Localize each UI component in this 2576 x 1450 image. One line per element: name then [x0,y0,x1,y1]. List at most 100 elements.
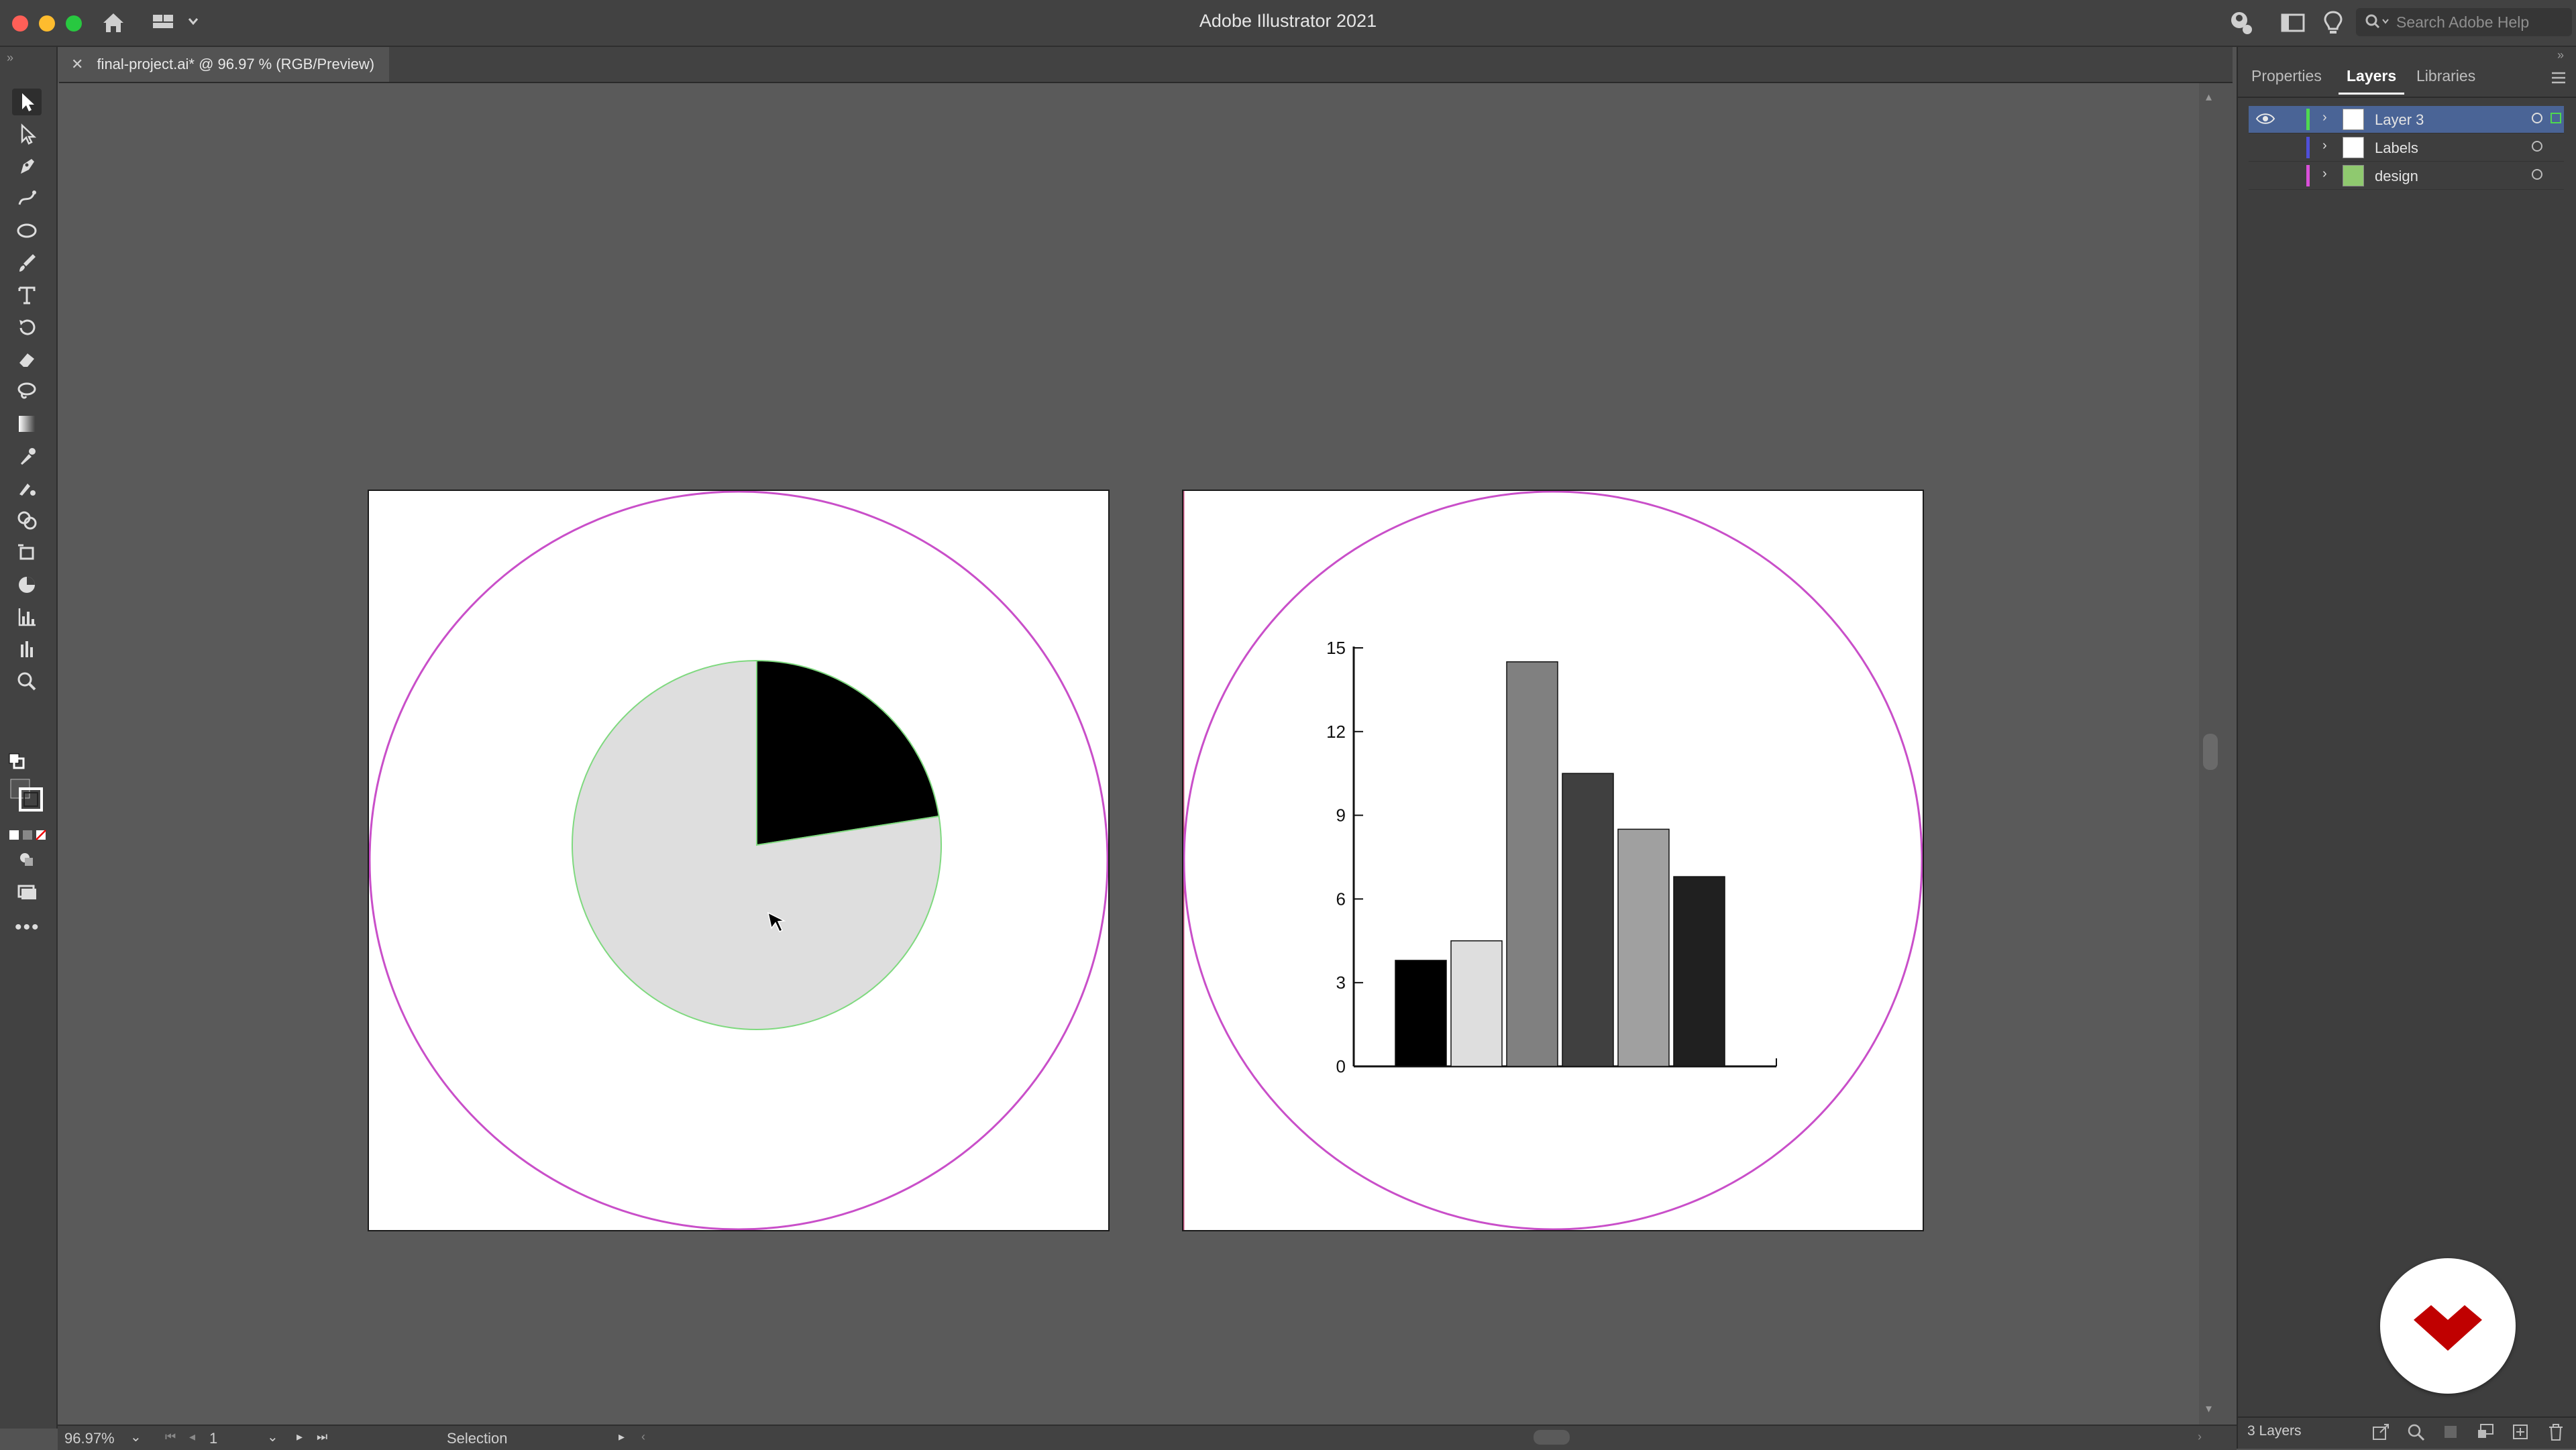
document-tab[interactable]: ✕ final-project.ai* @ 96.97 % (RGB/Previ… [59,47,390,82]
export-icon[interactable] [2371,1422,2392,1442]
scroll-right-icon[interactable]: › [2198,1430,2202,1444]
screen-mode-icon[interactable] [12,879,42,905]
bars[interactable] [1395,661,1725,1067]
close-tab-icon[interactable]: ✕ [71,56,83,73]
edit-toolbar-icon[interactable]: ••• [15,916,40,939]
bar[interactable] [1617,828,1670,1067]
bar[interactable] [1395,960,1447,1067]
pie-chart[interactable] [369,491,1108,1230]
vertical-scrollbar[interactable]: ▴ ▾ [2199,83,2222,1425]
default-fill-stroke-icon[interactable] [8,752,28,773]
layer-color-chip [2306,109,2310,130]
pen-tool-icon[interactable] [12,153,42,180]
color-mode-icon[interactable] [8,829,48,842]
target-circle-icon[interactable] [2532,169,2542,180]
new-layer-icon[interactable] [2510,1422,2532,1442]
y-tick-label: 0 [1336,1056,1346,1076]
shape-builder-tool-icon[interactable] [12,507,42,534]
eye-visibility-icon[interactable] [2255,111,2275,126]
selection-square-icon[interactable] [2551,113,2561,123]
tab-properties[interactable]: Properties [2251,67,2322,85]
artboard-pie[interactable] [368,490,1110,1231]
free-transform-tool-icon[interactable] [12,539,42,566]
eraser-tool-icon[interactable] [12,346,42,373]
drawing-mode-icon[interactable] [12,846,42,873]
selection-tool-icon[interactable] [12,89,42,115]
delete-layer-icon[interactable] [2545,1422,2567,1442]
artboard-number[interactable]: 1 [209,1430,217,1447]
zoom-tool-icon[interactable] [12,668,42,695]
app-title: Adobe Illustrator 2021 [1199,11,1377,31]
panel-divider [2238,97,2576,98]
panel-menu-icon[interactable] [2551,71,2567,85]
y-tick-label: 6 [1336,889,1346,909]
previous-artboard-icon[interactable]: ◂ [189,1430,195,1444]
layer-row-design[interactable]: › design [2249,162,2564,190]
layer-name[interactable]: design [2375,168,2418,185]
search-help-field[interactable]: Search Adobe Help [2356,8,2572,36]
expand-chevron-icon[interactable]: › [2322,166,2327,182]
layer-thumbnail [2343,137,2364,158]
gradient-tool-icon[interactable] [12,410,42,437]
zoom-level[interactable]: 96.97% [64,1430,115,1447]
tab-layers[interactable]: Layers [2347,67,2396,85]
column-graph-tool-icon[interactable] [12,604,42,630]
ellipse-tool-icon[interactable] [12,217,42,244]
clipping-mask-icon[interactable] [2440,1422,2462,1442]
bar[interactable] [1673,876,1725,1067]
locate-object-icon[interactable] [2406,1422,2427,1442]
expand-chevron-icon[interactable]: › [2322,110,2327,125]
bar[interactable] [1562,773,1614,1067]
canvas-area[interactable]: 0 3 6 9 12 15 [58,83,2222,1425]
first-artboard-icon[interactable]: ⏮ [165,1430,176,1444]
layer-thumbnail [2343,109,2364,130]
type-tool-icon[interactable] [12,282,42,309]
scroll-down-icon[interactable]: ▾ [2206,1402,2212,1416]
bar[interactable] [1506,661,1558,1067]
title-bar: Adobe Illustrator 2021 Search Adobe Help [0,0,2576,47]
last-artboard-icon[interactable]: ⏭ [317,1430,327,1444]
target-circle-icon[interactable] [2532,113,2542,123]
layer-name[interactable]: Layer 3 [2375,111,2424,129]
bar-chart[interactable]: 0 3 6 9 12 15 [1183,491,1923,1230]
collapse-panel-icon[interactable]: » [7,51,13,65]
bar-graph-tool-icon[interactable] [12,636,42,663]
expand-chevron-icon[interactable]: › [2322,138,2327,154]
blend-tool-icon[interactable] [12,475,42,502]
brand-logo [2380,1258,2516,1394]
scroll-left-icon[interactable]: ‹ [641,1430,645,1444]
live-paint-tool-icon[interactable] [12,571,42,598]
eyedropper-tool-icon[interactable] [12,443,42,469]
pie-slices[interactable] [572,659,942,1030]
layer-name[interactable]: Labels [2375,140,2418,157]
current-tool-status: Selection [447,1430,508,1447]
tab-libraries[interactable]: Libraries [2416,67,2475,85]
new-sublayer-icon[interactable] [2475,1422,2497,1442]
search-placeholder: Search Adobe Help [2396,13,2530,31]
next-artboard-icon[interactable]: ▸ [297,1430,303,1444]
pie-slice[interactable] [756,659,940,846]
fill-stroke-swatch[interactable] [9,778,50,818]
rotate-tool-icon[interactable] [12,314,42,341]
lightbulb-icon[interactable] [2321,9,2345,36]
layer-row-layer-3[interactable]: › Layer 3 [2249,106,2564,133]
artboard-dropdown-icon[interactable]: ⌄ [267,1429,278,1445]
direct-selection-tool-icon[interactable] [12,121,42,148]
paintbrush-tool-icon[interactable] [12,249,42,276]
artboard-bar[interactable]: 0 3 6 9 12 15 [1182,490,1924,1231]
curvature-tool-icon[interactable] [12,185,42,212]
collapse-dock-icon[interactable]: » [2557,48,2564,62]
layer-row-labels[interactable]: › Labels [2249,134,2564,162]
share-icon[interactable] [2226,9,2255,36]
status-bar: 96.97% ⌄ ⏮ ◂ 1 ⌄ ▸ ⏭ Selection ▸ ‹ › [58,1425,2237,1450]
target-circle-icon[interactable] [2532,141,2542,152]
y-tick-label: 3 [1336,972,1346,993]
arrange-documents-icon[interactable] [2279,11,2306,35]
bar[interactable] [1450,940,1503,1067]
vertical-scroll-thumb[interactable] [2203,734,2218,770]
lasso-tool-icon[interactable] [12,378,42,405]
horizontal-scroll-thumb[interactable] [1534,1430,1570,1445]
zoom-dropdown-icon[interactable]: ⌄ [130,1429,142,1445]
status-menu-icon[interactable]: ▸ [619,1430,625,1444]
scroll-up-icon[interactable]: ▴ [2206,90,2212,104]
